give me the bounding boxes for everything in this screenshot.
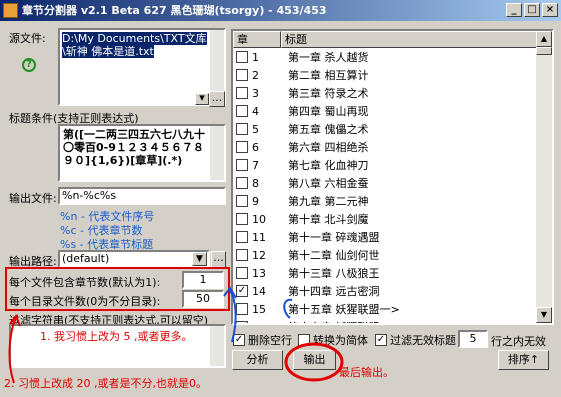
annotation-note-3: 最后输出。 [339, 366, 394, 379]
arrow-line-2 [8, 317, 17, 384]
annotation-note-2: 2. 习惯上改成 20 ,或者是不分,也就是0。 [4, 377, 207, 390]
arrow-line-3 [283, 298, 293, 319]
arrow-head-1 [223, 286, 237, 299]
annotation-note-1: 1. 我习惯上改为 5 ,或者更多。 [40, 330, 193, 343]
output-circle [284, 342, 344, 382]
main-window: 章节分割器 v2.1 Beta 627 黑色珊瑚(tsorgy) - 453/4… [0, 0, 561, 397]
